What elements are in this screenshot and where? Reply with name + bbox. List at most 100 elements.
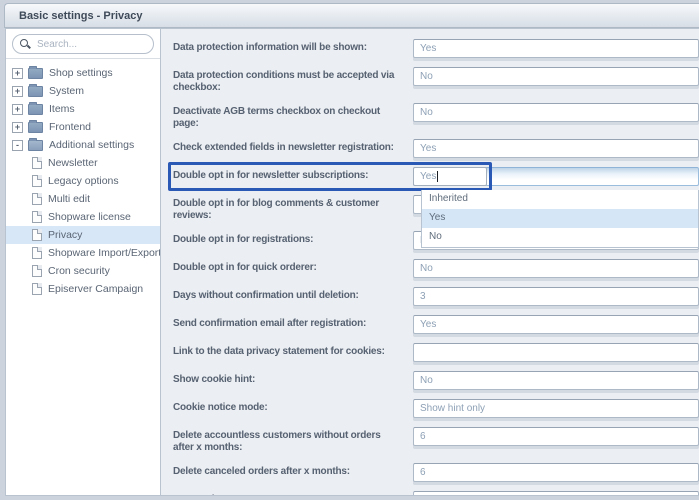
page-icon	[32, 229, 42, 241]
field-label: Cookie notice mode:	[173, 402, 268, 413]
field-label: Send confirmation email after registrati…	[173, 318, 367, 329]
form-row: Link to the data privacy statement for c…	[173, 343, 699, 362]
field-label: Double opt in for newsletter subscriptio…	[173, 170, 369, 181]
expand-icon[interactable]: +	[12, 121, 23, 133]
page-icon	[32, 247, 42, 259]
page-icon	[32, 283, 42, 295]
field-label: Delete accountless customers without ord…	[173, 430, 381, 453]
data-protection-shown-field[interactable]: Yes	[413, 39, 699, 58]
form-row: Delete accountless customers without ord…	[173, 427, 699, 454]
window-title: Basic settings - Privacy	[19, 9, 143, 22]
field-label: Link to the data privacy statement for c…	[173, 346, 385, 357]
page-icon	[32, 265, 42, 277]
form-row: Data protection information will be show…	[173, 39, 699, 58]
tree-item-shop-settings[interactable]: + Shop settings	[6, 64, 160, 82]
page-icon	[32, 211, 42, 223]
privacy-settings-form: Data protection information will be show…	[161, 28, 699, 496]
tree-item-episerver-campaign[interactable]: Episerver Campaign	[6, 280, 160, 298]
tree-item-label: Legacy options	[48, 175, 119, 187]
tree-item-label: Shop settings	[49, 67, 113, 79]
settings-tree: + Shop settings + System + Items + Front…	[6, 59, 160, 298]
tree-item-label: Episerver Campaign	[48, 283, 144, 295]
field-label: Data protection conditions must be accep…	[173, 70, 395, 93]
folder-icon	[28, 119, 43, 133]
tree-item-label: Additional settings	[49, 139, 135, 151]
tree-item-system[interactable]: + System	[6, 82, 160, 100]
field-label: Delete canceled orders after x months:	[173, 466, 350, 477]
search-icon	[20, 39, 28, 47]
field-label: Double opt in for registrations:	[173, 234, 314, 245]
days-until-deletion-field[interactable]: 3	[413, 287, 699, 306]
tree-item-items[interactable]: + Items	[6, 100, 160, 118]
form-row: Send confirmation email after registrati…	[173, 315, 699, 334]
show-cookie-hint-field[interactable]: No	[413, 371, 699, 390]
tree-item-label: Shopware license	[48, 211, 131, 223]
form-row: Double opt in for quick orderer: No	[173, 259, 699, 278]
field-label: Anonymize customer IPs:	[173, 491, 403, 495]
double-opt-in-quick-orderer-field[interactable]: No	[413, 259, 699, 278]
field-label: Double opt in for blog comments & custom…	[173, 198, 380, 221]
delete-accountless-customers-field[interactable]: 6	[413, 427, 699, 446]
tree-item-label: Privacy	[48, 229, 83, 241]
dropdown-list: Inherited Yes No	[421, 190, 699, 248]
page-icon	[32, 193, 42, 205]
deactivate-agb-field[interactable]: No	[413, 103, 699, 122]
field-label: Double opt in for quick orderer:	[173, 262, 317, 273]
text-caret	[437, 171, 439, 182]
privacy-statement-link-field[interactable]	[413, 343, 699, 362]
search-area	[6, 29, 160, 59]
folder-icon	[28, 83, 43, 97]
dropdown-option-inherited[interactable]: Inherited	[422, 190, 698, 209]
tree-item-cron-security[interactable]: Cron security	[6, 262, 160, 280]
window-titlebar[interactable]: Basic settings - Privacy	[4, 3, 699, 28]
form-row: Cookie notice mode: Show hint only	[173, 399, 699, 418]
expand-icon[interactable]: +	[12, 67, 23, 79]
page-icon	[32, 175, 42, 187]
send-confirmation-email-field[interactable]: Yes	[413, 315, 699, 334]
tree-item-shopware-license[interactable]: Shopware license	[6, 208, 160, 226]
tree-item-label: Shopware Import/Export	[48, 247, 161, 259]
tree-item-shopware-import-export[interactable]: Shopware Import/Export	[6, 244, 160, 262]
form-row: Delete canceled orders after x months: 6	[173, 463, 699, 482]
form-row: Check extended fields in newsletter regi…	[173, 139, 699, 158]
double-opt-in-newsletter-input[interactable]: Yes	[413, 167, 487, 186]
field-label: Data protection information will be show…	[173, 42, 367, 53]
tree-item-label: Newsletter	[48, 157, 98, 169]
tree-item-label: Frontend	[49, 121, 92, 133]
tree-item-frontend[interactable]: + Frontend	[6, 118, 160, 136]
tree-item-privacy[interactable]: Privacy	[6, 226, 160, 244]
expand-icon[interactable]: +	[12, 103, 23, 115]
delete-canceled-orders-field[interactable]: 6	[413, 463, 699, 482]
form-row-highlighted: Double opt in for newsletter subscriptio…	[168, 162, 699, 248]
open-folder-icon	[28, 137, 43, 151]
check-extended-fields-field[interactable]: Yes	[413, 139, 699, 158]
tree-item-label: Cron security	[48, 265, 110, 277]
page-icon	[32, 157, 42, 169]
anonymize-customer-ips-field[interactable]: Yes	[413, 491, 699, 495]
tree-item-label: Items	[49, 103, 75, 115]
cookie-notice-mode-field[interactable]: Show hint only	[413, 399, 699, 418]
field-label: Deactivate AGB terms checkbox on checkou…	[173, 106, 381, 129]
tree-item-multi-edit[interactable]: Multi edit	[6, 190, 160, 208]
tree-item-label: Multi edit	[48, 193, 91, 205]
collapse-icon[interactable]: -	[12, 139, 23, 151]
form-row: Data protection conditions must be accep…	[173, 67, 699, 94]
dropdown-option-yes[interactable]: Yes	[422, 209, 698, 228]
tree-item-legacy-options[interactable]: Legacy options	[6, 172, 160, 190]
field-label: Check extended fields in newsletter regi…	[173, 142, 394, 153]
form-row: Deactivate AGB terms checkbox on checkou…	[173, 103, 699, 130]
field-label: Days without confirmation until deletion…	[173, 290, 359, 301]
conditions-checkbox-field[interactable]: No	[413, 67, 699, 86]
field-label: Show cookie hint:	[173, 374, 256, 385]
folder-icon	[28, 101, 43, 115]
settings-tree-panel: + Shop settings + System + Items + Front…	[5, 28, 161, 496]
tree-item-additional-settings[interactable]: - Additional settings	[6, 136, 160, 154]
form-row: Anonymize customer IPs: Yes	[173, 491, 699, 495]
search-input[interactable]	[37, 38, 147, 50]
tree-item-newsletter[interactable]: Newsletter	[6, 154, 160, 172]
dropdown-option-no[interactable]: No	[422, 228, 698, 247]
tree-item-label: System	[49, 85, 85, 97]
form-row: Days without confirmation until deletion…	[173, 287, 699, 306]
search-box[interactable]	[12, 34, 154, 54]
expand-icon[interactable]: +	[12, 85, 23, 97]
